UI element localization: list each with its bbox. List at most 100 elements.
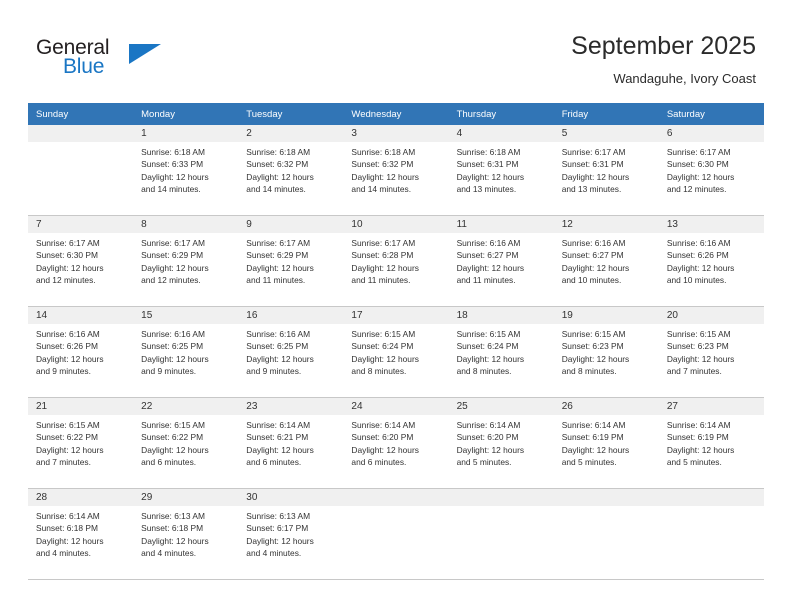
calendar-day-cell[interactable]: 27 Sunrise: 6:14 AM Sunset: 6:19 PM Dayligh…	[658, 397, 764, 489]
calendar-day-cell-empty	[658, 488, 764, 580]
day-number: 3	[343, 125, 449, 142]
day-detail-line: and 7 minutes.	[36, 456, 91, 467]
day-cell-details: Sunrise: 6:16 AM Sunset: 6:26 PM Daylight:…	[659, 233, 764, 286]
weekday-monday: Monday	[133, 103, 239, 125]
day-number: 18	[448, 307, 554, 324]
day-cell-inner	[448, 489, 554, 579]
calendar-day-cell-empty	[553, 488, 659, 580]
day-cell-inner: 30 Sunrise: 6:13 AM Sunset: 6:17 PM Dayligh…	[238, 489, 344, 579]
day-detail-line: Sunrise: 6:14 AM	[456, 420, 521, 430]
day-detail-line: Sunset: 6:31 PM	[456, 159, 519, 170]
calendar-day-cell[interactable]: 23 Sunrise: 6:14 AM Sunset: 6:21 PM Dayligh…	[238, 397, 344, 489]
calendar-day-cell[interactable]: 15 Sunrise: 6:16 AM Sunset: 6:25 PM Dayligh…	[133, 306, 239, 398]
calendar-day-cell[interactable]: 9 Sunrise: 6:17 AM Sunset: 6:29 PM Daylight…	[238, 215, 344, 307]
weekday-header: Sunday Monday Tuesday Wednesday Thursday…	[28, 103, 764, 125]
day-cell-inner: 7 Sunrise: 6:17 AM Sunset: 6:30 PM Daylight…	[28, 216, 134, 306]
day-detail-line: Sunset: 6:20 PM	[456, 432, 519, 443]
day-number: 22	[133, 398, 239, 415]
day-detail-line: Daylight: 12 hours	[456, 262, 525, 273]
calendar-day-cell[interactable]: 2 Sunrise: 6:18 AM Sunset: 6:32 PM Daylight…	[238, 125, 344, 216]
calendar-day-cell[interactable]: 20 Sunrise: 6:15 AM Sunset: 6:23 PM Dayligh…	[658, 306, 764, 398]
calendar-week-row: 14 Sunrise: 6:16 AM Sunset: 6:26 PM Dayligh…	[28, 306, 764, 398]
calendar-day-cell[interactable]: 30 Sunrise: 6:13 AM Sunset: 6:17 PM Dayligh…	[238, 488, 344, 580]
day-detail-line: and 13 minutes.	[456, 183, 517, 194]
day-detail-line: Sunset: 6:23 PM	[666, 341, 729, 352]
day-cell-details	[343, 506, 448, 510]
day-number	[553, 489, 659, 506]
day-cell-inner: 3 Sunrise: 6:18 AM Sunset: 6:32 PM Daylight…	[343, 125, 449, 215]
day-cell-inner: 17 Sunrise: 6:15 AM Sunset: 6:24 PM Dayligh…	[343, 307, 449, 397]
day-detail-line: and 9 minutes.	[141, 365, 197, 376]
calendar-day-cell[interactable]: 13 Sunrise: 6:16 AM Sunset: 6:26 PM Dayligh…	[658, 215, 764, 307]
calendar-day-cell[interactable]: 1 Sunrise: 6:18 AM Sunset: 6:33 PM Daylight…	[133, 125, 239, 216]
day-cell-details: Sunrise: 6:16 AM Sunset: 6:26 PM Daylight:…	[28, 324, 133, 377]
day-detail-line: Daylight: 12 hours	[456, 171, 525, 182]
day-detail-line: Sunset: 6:19 PM	[561, 432, 624, 443]
calendar-day-cell[interactable]: 25 Sunrise: 6:14 AM Sunset: 6:20 PM Dayligh…	[448, 397, 554, 489]
day-cell-inner: 14 Sunrise: 6:16 AM Sunset: 6:26 PM Dayligh…	[28, 307, 134, 397]
day-number	[28, 125, 134, 142]
day-detail-line: Daylight: 12 hours	[561, 444, 630, 455]
day-cell-inner: 29 Sunrise: 6:13 AM Sunset: 6:18 PM Dayligh…	[133, 489, 239, 579]
day-detail-line: and 4 minutes.	[246, 547, 302, 558]
calendar-day-cell[interactable]: 3 Sunrise: 6:18 AM Sunset: 6:32 PM Daylight…	[343, 125, 449, 216]
day-detail-line: Sunset: 6:24 PM	[351, 341, 414, 352]
day-detail-line: Daylight: 12 hours	[351, 171, 419, 182]
day-cell-details: Sunrise: 6:15 AM Sunset: 6:24 PM Daylight:…	[449, 324, 554, 377]
day-detail-line: Daylight: 12 hours	[246, 444, 314, 455]
day-detail-line: Daylight: 12 hours	[561, 171, 630, 182]
day-detail-line: Sunrise: 6:14 AM	[561, 420, 626, 430]
calendar-day-cell[interactable]: 16 Sunrise: 6:16 AM Sunset: 6:25 PM Dayligh…	[238, 306, 344, 398]
day-number: 8	[133, 216, 239, 233]
weekday-tuesday: Tuesday	[238, 103, 344, 125]
day-detail-line: Sunrise: 6:16 AM	[561, 238, 626, 248]
calendar-day-cell[interactable]: 17 Sunrise: 6:15 AM Sunset: 6:24 PM Dayligh…	[343, 306, 449, 398]
calendar-day-cell[interactable]: 5 Sunrise: 6:17 AM Sunset: 6:31 PM Daylight…	[553, 125, 659, 216]
calendar-day-cell[interactable]: 12 Sunrise: 6:16 AM Sunset: 6:27 PM Dayligh…	[553, 215, 659, 307]
day-detail-line: Daylight: 12 hours	[246, 353, 314, 364]
day-detail-line: and 8 minutes.	[561, 365, 617, 376]
day-detail-line: Sunrise: 6:18 AM	[141, 147, 205, 157]
day-detail-line: and 5 minutes.	[666, 456, 722, 467]
calendar-day-cell[interactable]: 11 Sunrise: 6:16 AM Sunset: 6:27 PM Dayligh…	[448, 215, 554, 307]
day-number: 29	[133, 489, 239, 506]
day-detail-line: Sunset: 6:32 PM	[351, 159, 414, 170]
calendar-day-cell[interactable]: 4 Sunrise: 6:18 AM Sunset: 6:31 PM Daylight…	[448, 125, 554, 216]
calendar-day-cell[interactable]: 19 Sunrise: 6:15 AM Sunset: 6:23 PM Dayligh…	[553, 306, 659, 398]
calendar-day-cell[interactable]: 24 Sunrise: 6:14 AM Sunset: 6:20 PM Dayligh…	[343, 397, 449, 489]
calendar-week-row: 1 Sunrise: 6:18 AM Sunset: 6:33 PM Daylight…	[28, 125, 764, 216]
calendar-day-cell[interactable]: 10 Sunrise: 6:17 AM Sunset: 6:28 PM Dayligh…	[343, 215, 449, 307]
calendar-body: 1 Sunrise: 6:18 AM Sunset: 6:33 PM Daylight…	[28, 125, 764, 580]
calendar-day-cell[interactable]: 14 Sunrise: 6:16 AM Sunset: 6:26 PM Dayligh…	[28, 306, 134, 398]
calendar-day-cell[interactable]: 26 Sunrise: 6:14 AM Sunset: 6:19 PM Dayligh…	[553, 397, 659, 489]
calendar-day-cell[interactable]: 7 Sunrise: 6:17 AM Sunset: 6:30 PM Daylight…	[28, 215, 134, 307]
calendar-day-cell[interactable]: 18 Sunrise: 6:15 AM Sunset: 6:24 PM Dayligh…	[448, 306, 554, 398]
day-cell-inner: 1 Sunrise: 6:18 AM Sunset: 6:33 PM Daylight…	[133, 125, 239, 215]
day-cell-inner	[343, 489, 449, 579]
day-detail-line: Daylight: 12 hours	[141, 171, 209, 182]
day-detail-line: and 4 minutes.	[36, 547, 91, 558]
weekday-wednesday: Wednesday	[343, 103, 449, 125]
calendar-day-cell[interactable]: 22 Sunrise: 6:15 AM Sunset: 6:22 PM Dayligh…	[133, 397, 239, 489]
calendar-day-cell-empty	[343, 488, 449, 580]
day-cell-inner: 21 Sunrise: 6:15 AM Sunset: 6:22 PM Dayligh…	[28, 398, 134, 488]
calendar-day-cell[interactable]: 28 Sunrise: 6:14 AM Sunset: 6:18 PM Dayligh…	[28, 488, 134, 580]
day-number: 19	[553, 307, 659, 324]
calendar-day-cell[interactable]: 6 Sunrise: 6:17 AM Sunset: 6:30 PM Daylight…	[658, 125, 764, 216]
calendar-day-cell[interactable]: 21 Sunrise: 6:15 AM Sunset: 6:22 PM Dayligh…	[28, 397, 134, 489]
title-block: September 2025 Wandaguhe, Ivory Coast	[571, 31, 756, 88]
calendar-day-cell[interactable]: 8 Sunrise: 6:17 AM Sunset: 6:29 PM Daylight…	[133, 215, 239, 307]
day-detail-line: Daylight: 12 hours	[36, 262, 104, 273]
day-cell-details	[449, 506, 554, 510]
calendar-day-cell[interactable]: 29 Sunrise: 6:13 AM Sunset: 6:18 PM Dayligh…	[133, 488, 239, 580]
day-cell-inner: 24 Sunrise: 6:14 AM Sunset: 6:20 PM Dayligh…	[343, 398, 449, 488]
day-detail-line: Daylight: 12 hours	[666, 262, 735, 273]
day-detail-line: Sunset: 6:18 PM	[36, 523, 98, 534]
day-detail-line: and 8 minutes.	[456, 365, 512, 376]
day-number: 25	[448, 398, 554, 415]
day-cell-details: Sunrise: 6:13 AM Sunset: 6:18 PM Daylight:…	[133, 506, 238, 559]
brand-logo[interactable]: General Blue	[36, 36, 216, 84]
day-cell-details: Sunrise: 6:18 AM Sunset: 6:33 PM Daylight:…	[133, 142, 238, 195]
day-cell-details: Sunrise: 6:18 AM Sunset: 6:32 PM Daylight:…	[238, 142, 343, 195]
day-detail-line: Sunrise: 6:15 AM	[666, 329, 731, 339]
